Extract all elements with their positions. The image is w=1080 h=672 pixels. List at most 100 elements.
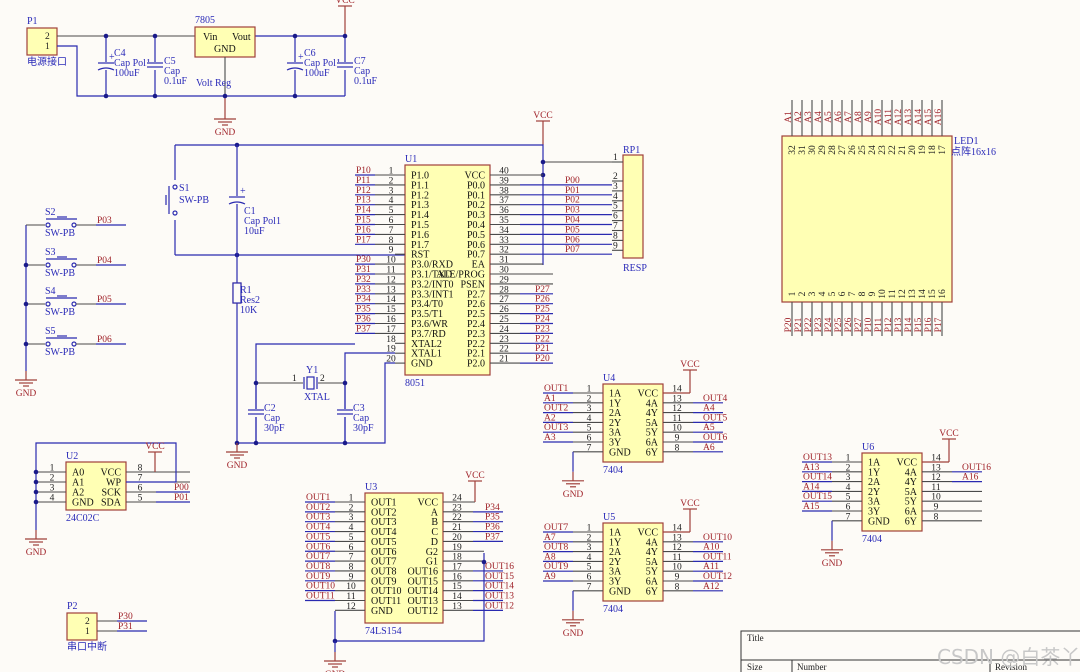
pin-number: 1: [292, 374, 297, 384]
net-label-p16: P16: [356, 225, 371, 235]
net-label-a11: A11: [703, 562, 719, 572]
led1-dot-matrix[interactable]: [781, 135, 953, 303]
pin-name: GND: [214, 44, 236, 55]
junction-dot: [33, 499, 39, 505]
net-label-a16: A16: [962, 473, 979, 483]
pin-number: 5: [349, 533, 354, 543]
pin-number: 5: [389, 206, 394, 216]
pin-number: 3: [587, 543, 592, 553]
s2-type: SW-PB: [45, 228, 75, 239]
s4-type: SW-PB: [45, 307, 75, 318]
switch-contact: [71, 301, 77, 307]
s4-designator: S4: [45, 286, 56, 297]
size-field-label: Size: [747, 662, 763, 672]
pin-number: 1: [587, 385, 592, 395]
net-label-p25: P25: [834, 317, 844, 332]
pin-number: 2: [798, 291, 808, 296]
net-label-p14: P14: [904, 317, 914, 332]
net-label-a14: A14: [914, 109, 924, 126]
ground-symbol: [821, 549, 843, 557]
pin-name: GND: [411, 359, 433, 370]
net-label-a10: A10: [703, 543, 720, 553]
net-label-p15: P15: [356, 216, 371, 226]
p1-connector[interactable]: [26, 27, 58, 56]
junction-dot: [103, 33, 109, 39]
y1-designator: Y1: [306, 365, 318, 376]
pin-number: 13: [672, 533, 682, 543]
net-label-p35: P35: [485, 513, 500, 523]
junction-dot: [23, 301, 29, 307]
ground-symbol: [324, 660, 346, 668]
ground-symbol: [562, 480, 584, 488]
net-label-a13: A13: [803, 463, 820, 473]
net-label-a8: A8: [854, 111, 864, 123]
switch-contact: [172, 184, 178, 190]
net-label-out10: OUT10: [703, 533, 732, 543]
ground-symbol: [226, 451, 248, 459]
net-label-a5: A5: [824, 111, 834, 123]
net-label-p25: P25: [535, 305, 550, 315]
net-label-out8: OUT8: [306, 562, 331, 572]
net-label-out14: OUT14: [485, 582, 514, 592]
net-label-p02: P02: [565, 196, 580, 206]
pin-number: 12: [386, 275, 396, 285]
c5-value: 0.1uF: [164, 76, 188, 87]
net-label-p01: P01: [565, 186, 580, 196]
junction-dot: [292, 93, 298, 99]
switch-contact: [45, 262, 51, 268]
junction-dot: [33, 489, 39, 495]
net-label-out12: OUT12: [485, 601, 514, 611]
pin-number: 11: [386, 266, 395, 276]
pin-number: 5: [587, 563, 592, 573]
pin-number: 26: [848, 145, 858, 155]
net-label-p04: P04: [97, 256, 112, 266]
pin-number: 24: [868, 145, 878, 155]
pin-number: 6: [389, 216, 394, 226]
pin-number: 1: [846, 454, 851, 464]
junction-dot: [152, 93, 158, 99]
vcc-label: VCC: [680, 360, 700, 370]
pin-number: 10: [672, 563, 682, 573]
junction-dot: [152, 33, 158, 39]
pin-number: 5: [846, 493, 851, 503]
net-label-out5: OUT5: [306, 532, 331, 542]
pin-number: 7: [587, 582, 592, 592]
pin-number: 3: [846, 473, 851, 483]
u1-part-name: 8051: [405, 378, 425, 389]
vcc-label: VCC: [533, 111, 553, 121]
pin-number: 1: [85, 627, 90, 637]
pin-number: 5: [587, 424, 592, 434]
pin-number: 20: [386, 355, 396, 365]
net-label-a1: A1: [544, 394, 556, 404]
pin-number: 1: [788, 291, 798, 296]
junction-dot: [253, 440, 259, 446]
net-label-a8: A8: [544, 552, 556, 562]
net-label-p16: P16: [924, 317, 934, 332]
title-field-label: Title: [747, 633, 764, 643]
pin-number: 11: [672, 414, 681, 424]
net-label-p34: P34: [356, 295, 371, 305]
pin-number: 17: [452, 562, 462, 572]
net-label-p30: P30: [356, 255, 371, 265]
pin-number: 35: [499, 216, 509, 226]
pin-name: 6Y: [646, 586, 658, 597]
p2-connector[interactable]: [66, 612, 98, 641]
pin-number: 2: [320, 374, 325, 384]
pin-number: 26: [499, 305, 509, 315]
pin-number: 22: [452, 513, 462, 523]
net-label-p03: P03: [97, 216, 112, 226]
pin-number: 7: [389, 226, 394, 236]
rp1-resistor-pack[interactable]: [622, 154, 644, 259]
s2-designator: S2: [45, 207, 56, 218]
pin-number: 15: [452, 582, 462, 592]
net-label-out15: OUT15: [803, 492, 832, 502]
net-label-out3: OUT3: [306, 513, 331, 523]
pin-number: 1: [50, 464, 55, 474]
pin-number: 4: [349, 523, 354, 533]
net-label-out8: OUT8: [544, 543, 569, 553]
net-label-a16: A16: [934, 109, 944, 126]
pin-number: 9: [349, 572, 354, 582]
led1-designator: LED1: [954, 136, 978, 147]
pin-number: 4: [587, 414, 592, 424]
net-label-a6: A6: [703, 443, 715, 453]
